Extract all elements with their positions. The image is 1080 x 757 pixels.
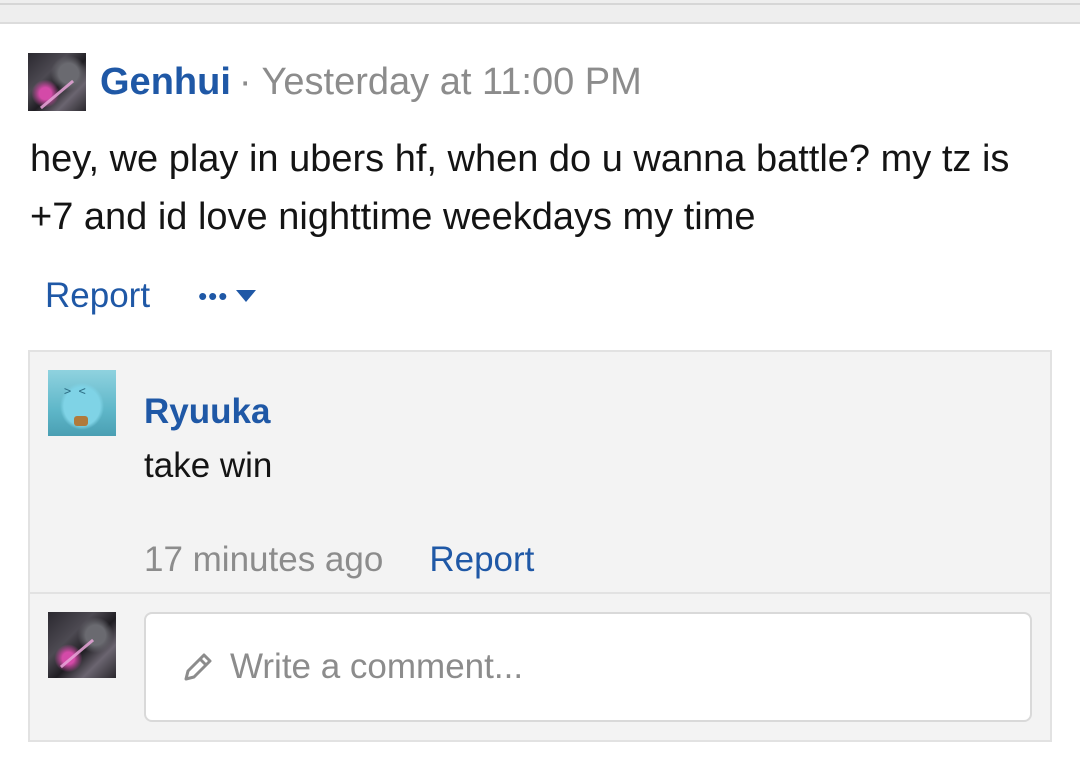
reply-row: Write a comment...	[48, 612, 1034, 724]
comment-author-link[interactable]: Ryuuka	[144, 392, 270, 432]
comment-text: take win	[144, 446, 273, 485]
avatar[interactable]	[28, 53, 86, 111]
pencil-icon	[184, 653, 212, 681]
comment-meta: 17 minutes ago Report	[144, 540, 534, 580]
comment-timestamp[interactable]: 17 minutes ago	[144, 540, 383, 580]
comment-input-placeholder: Write a comment...	[230, 647, 524, 686]
post-timestamp[interactable]: Yesterday at 11:00 PM	[262, 61, 642, 104]
meta-separator: ·	[238, 60, 252, 103]
report-link[interactable]: Report	[45, 276, 150, 316]
comments-divider	[30, 592, 1050, 594]
caret-down-icon	[236, 290, 257, 302]
comments-section: Ryuuka take win 17 minutes ago Report Wr…	[28, 350, 1052, 742]
more-options-button[interactable]: •••	[198, 281, 257, 311]
top-strip	[0, 0, 1080, 24]
comment-avatar[interactable]	[48, 370, 116, 436]
post-body: hey, we play in ubers hf, when do u wann…	[30, 138, 1010, 238]
comment-report-link[interactable]: Report	[429, 540, 534, 580]
post-author-link[interactable]: Genhui	[100, 61, 231, 104]
more-dots-icon: •••	[198, 281, 229, 311]
reply-avatar	[48, 612, 116, 678]
top-divider	[0, 3, 1080, 5]
post-actions: Report •••	[45, 276, 257, 316]
post-header: Genhui · Yesterday at 11:00 PM	[28, 52, 642, 112]
comment-input[interactable]: Write a comment...	[144, 612, 1032, 722]
